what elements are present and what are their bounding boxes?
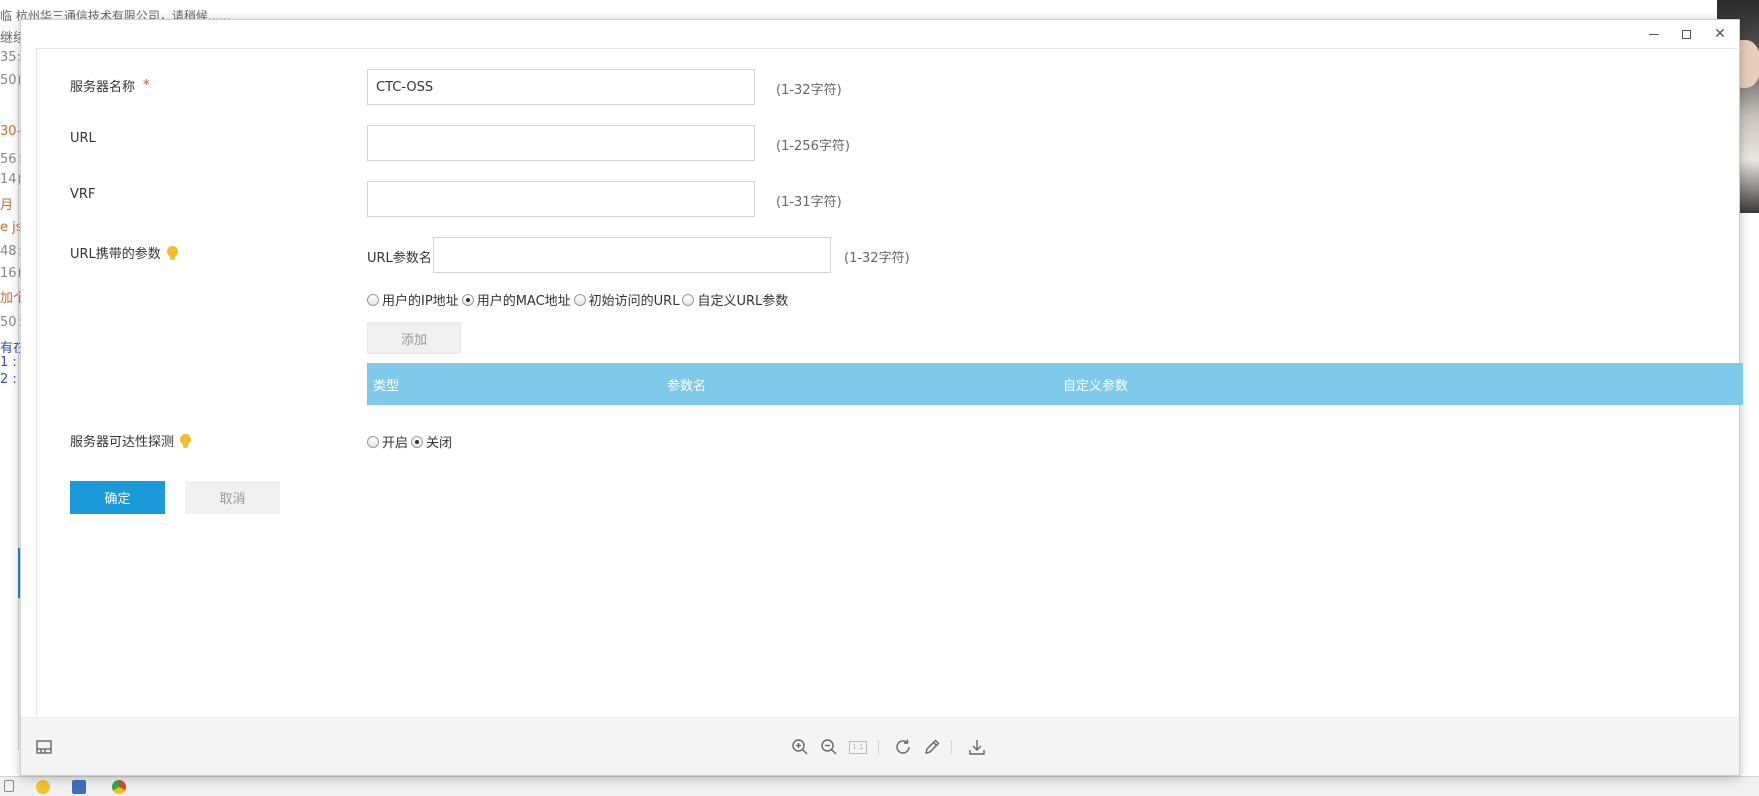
toolbar-separator <box>951 740 952 754</box>
server-name-hint: (1-32字符) <box>776 83 842 98</box>
zoom-out-icon[interactable] <box>818 736 840 758</box>
reachability-radio-group: 开启 关闭 <box>367 432 455 451</box>
url-param-type-radio-2[interactable]: 初始访问的URL <box>573 290 680 309</box>
maximize-icon[interactable] <box>1671 24 1701 44</box>
radio-button[interactable] <box>682 293 695 306</box>
viewer-toolbar: 1:1 <box>21 717 1739 775</box>
radio-label: 初始访问的URL <box>588 294 680 309</box>
cancel-button[interactable]: 取消 <box>185 481 280 514</box>
vrf-label: VRF <box>70 187 96 202</box>
server-name-label-text: 服务器名称 <box>70 80 136 95</box>
url-param-type-radio-group: 用户的IP地址 用户的MAC地址 初始访问的URL 自定义URL参数 <box>367 290 791 309</box>
radio-button[interactable] <box>461 293 474 306</box>
url-param-type-radio-0[interactable]: 用户的IP地址 <box>367 290 459 309</box>
url-param-name-input[interactable] <box>433 237 831 273</box>
actual-size-label: 1:1 <box>849 740 867 754</box>
background-divider <box>18 60 19 750</box>
radio-button[interactable] <box>367 293 379 306</box>
rotate-icon[interactable] <box>892 736 914 758</box>
background-chat-fragment: 月 <box>0 198 14 213</box>
close-icon[interactable]: ✕ <box>1705 24 1735 44</box>
vrf-hint: (1-31字符) <box>776 195 842 210</box>
zoom-in-icon[interactable] <box>789 736 811 758</box>
minimize-icon[interactable] <box>1639 24 1669 44</box>
viewer-canvas: 服务器名称 * (1-32字符) URL (1-256字符) VRF (1-31… <box>36 48 1743 718</box>
reachability-radio-0[interactable]: 开启 <box>367 432 408 451</box>
edit-icon[interactable] <box>921 736 943 758</box>
taskbar-smiley-icon[interactable] <box>36 780 50 794</box>
url-input[interactable] <box>367 125 755 161</box>
url-params-label-text: URL携带的参数 <box>70 247 161 262</box>
add-param-button[interactable]: 添加 <box>367 322 461 354</box>
url-param-type-radio-3[interactable]: 自定义URL参数 <box>682 290 788 309</box>
taskbar-doc-icon[interactable] <box>4 780 14 792</box>
vrf-input[interactable] <box>367 181 755 217</box>
taskbar-browser-icon[interactable] <box>112 780 126 794</box>
url-param-name-hint: (1-32字符) <box>844 251 910 266</box>
radio-button[interactable] <box>573 293 586 306</box>
thumbnail-toggle-icon[interactable] <box>33 736 55 758</box>
column-param-name[interactable]: 参数名 <box>667 363 706 405</box>
reachability-label-text: 服务器可达性探测 <box>70 435 175 450</box>
url-hint: (1-256字符) <box>776 139 850 154</box>
toolbar-separator <box>878 740 879 754</box>
background-chat-fragment: 2 : <box>0 372 17 387</box>
radio-label: 用户的IP地址 <box>382 294 459 309</box>
confirm-button[interactable]: 确定 <box>70 481 165 514</box>
radio-label: 关闭 <box>426 436 453 451</box>
download-icon[interactable] <box>966 736 988 758</box>
actual-size-icon[interactable]: 1:1 <box>847 736 869 758</box>
background-chat-fragment: 1 : <box>0 355 17 370</box>
radio-label: 自定义URL参数 <box>697 294 789 309</box>
lightbulb-icon[interactable] <box>180 433 192 448</box>
column-type[interactable]: 类型 <box>373 363 399 405</box>
column-custom-param[interactable]: 自定义参数 <box>1063 363 1128 405</box>
radio-button[interactable] <box>411 435 424 448</box>
params-table-header: 类型 参数名 自定义参数 <box>367 363 1743 405</box>
url-param-name-label: URL参数名 <box>367 251 432 266</box>
server-name-input[interactable] <box>367 69 755 105</box>
reachability-label: 服务器可达性探测 <box>70 431 192 450</box>
radio-label: 开启 <box>382 436 409 451</box>
taskbar-app-icon[interactable] <box>72 780 86 794</box>
radio-button[interactable] <box>367 435 379 448</box>
reachability-radio-1[interactable]: 关闭 <box>411 432 452 451</box>
image-viewer-window: ✕ 服务器名称 * (1-32字符) URL (1-256字符) VRF (1-… <box>20 19 1743 776</box>
required-mark: * <box>143 78 150 93</box>
radio-label: 用户的MAC地址 <box>476 294 571 309</box>
lightbulb-icon[interactable] <box>166 245 178 260</box>
window-titlebar: ✕ <box>21 20 1739 48</box>
url-params-label: URL携带的参数 <box>70 243 178 262</box>
server-name-label: 服务器名称 * <box>70 76 150 95</box>
url-param-type-radio-1[interactable]: 用户的MAC地址 <box>461 290 571 309</box>
taskbar <box>0 776 1759 796</box>
url-label: URL <box>70 131 96 146</box>
